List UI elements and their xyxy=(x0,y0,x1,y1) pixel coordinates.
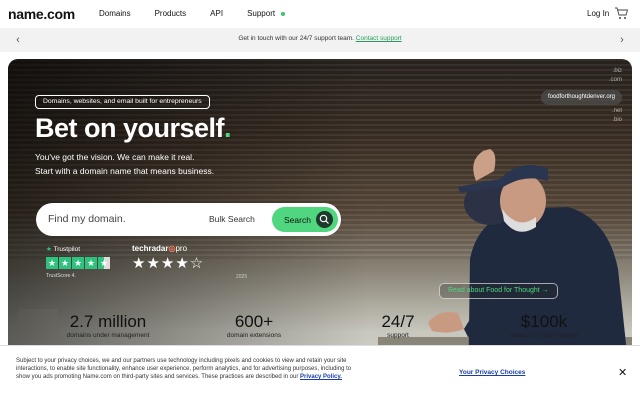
privacy-policy-link[interactable]: Privacy Policy. xyxy=(300,374,342,380)
stat-value: 24/7 xyxy=(381,312,415,331)
close-icon[interactable]: ✕ xyxy=(618,366,627,379)
cookie-text: Subject to your privacy choices, we and … xyxy=(16,357,356,381)
stat-charities: $100k raised for local charities xyxy=(474,312,614,339)
domain-biz: .biz xyxy=(612,68,622,74)
nav-api[interactable]: API xyxy=(210,9,223,18)
domain-search-input[interactable]: Find my domain. xyxy=(48,213,126,225)
headline-dot: . xyxy=(224,113,232,143)
banner-text: Get in touch with our 24/7 support team. xyxy=(238,35,354,42)
search-icon xyxy=(316,211,333,228)
privacy-choices-link[interactable]: Your Privacy Choices xyxy=(459,369,525,376)
stat-support: 24/7 support xyxy=(328,312,468,339)
techradar-label: techradar◎pro xyxy=(132,244,187,253)
techradar-text: techradar xyxy=(132,244,169,253)
stat-domains: 2.7 million domains under management xyxy=(38,312,178,339)
support-banner: ‹ Get in touch with our 24/7 support tea… xyxy=(0,28,640,52)
hero-subtitle-1: You've got the vision. We can make it re… xyxy=(35,152,195,162)
trustpilot-label: ★ Trustpilot xyxy=(46,245,80,253)
star-half-icon: ★ xyxy=(98,257,110,269)
stat-value: 600+ xyxy=(234,312,274,331)
search-button[interactable]: Search xyxy=(272,207,338,232)
star-icon: ★ xyxy=(72,257,84,269)
bulk-search-link[interactable]: Bulk Search xyxy=(209,214,255,224)
trustpilot-star-icon: ★ xyxy=(46,246,52,253)
stat-label: support xyxy=(387,332,409,339)
contact-support-link[interactable]: Contact support xyxy=(356,35,402,42)
star-icon: ★ xyxy=(46,257,58,269)
stats-row: 2.7 million domains under management 600+… xyxy=(8,312,632,347)
top-navigation: name.com Domains Products API Support Lo… xyxy=(0,0,640,28)
site-logo[interactable]: name.com xyxy=(8,6,75,22)
domain-bio: .bio xyxy=(612,117,622,123)
support-status-dot xyxy=(281,11,286,16)
read-about-button[interactable]: Read about Food for Thought → xyxy=(439,283,558,299)
login-link[interactable]: Log In xyxy=(587,9,609,18)
techradar-stars: ★★★★☆ xyxy=(132,255,205,272)
chevron-right-icon[interactable]: › xyxy=(616,33,628,47)
techradar-year: 2025 xyxy=(236,274,248,280)
cookie-banner: Subject to your privacy choices, we and … xyxy=(0,345,640,400)
main-nav: Domains Products API Support xyxy=(99,9,309,18)
star-icon: ★ xyxy=(59,257,71,269)
domain-com: .com xyxy=(608,77,622,83)
domain-examples: .biz .com foodforthoughtdenver.org .net … xyxy=(540,67,622,125)
domain-net: .net xyxy=(611,108,622,114)
nav-support-label: Support xyxy=(247,9,276,18)
stat-extensions: 600+ domain extensions xyxy=(184,312,324,339)
trustpilot-text: Trustpilot xyxy=(53,246,81,253)
search-button-label: Search xyxy=(284,215,311,225)
banner-message: Get in touch with our 24/7 support team.… xyxy=(0,35,640,42)
stat-value: $100k xyxy=(520,312,568,331)
stat-label: raised for local charities xyxy=(509,332,579,339)
stat-value: 2.7 million xyxy=(69,312,147,331)
hero-headline: Bet on yourself. xyxy=(35,113,232,144)
domain-featured: foodforthoughtdenver.org xyxy=(540,90,622,105)
trustpilot-stars: ★ ★ ★ ★ ★ xyxy=(46,257,110,269)
hero-tagline: Domains, websites, and email built for e… xyxy=(35,95,210,109)
star-icon: ★ xyxy=(85,257,97,269)
techradar-suffix: pro xyxy=(175,244,188,253)
headline-text: Bet on yourself xyxy=(35,113,225,143)
stat-label: domain extensions xyxy=(226,332,282,339)
nav-support[interactable]: Support xyxy=(247,9,286,18)
nav-domains[interactable]: Domains xyxy=(99,9,131,18)
cart-icon[interactable] xyxy=(614,6,628,20)
trustpilot-score: TrustScore 4. xyxy=(46,273,76,279)
nav-products[interactable]: Products xyxy=(155,9,187,18)
hero-subtitle-2: Start with a domain name that means busi… xyxy=(35,166,215,176)
domain-search-bar: Find my domain. Bulk Search Search xyxy=(36,203,341,236)
stat-label: domains under management xyxy=(66,332,150,339)
